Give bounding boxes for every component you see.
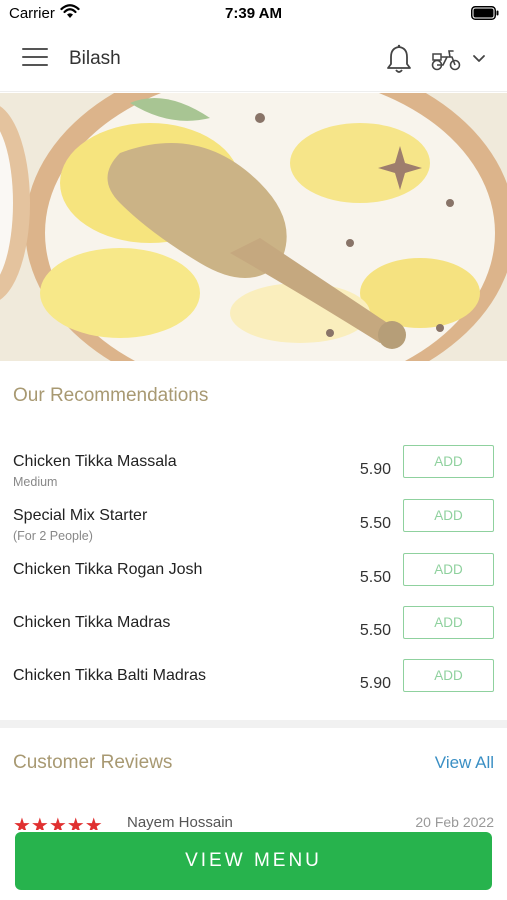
hamburger-menu-icon[interactable] bbox=[22, 48, 48, 70]
status-time: 7:39 AM bbox=[225, 5, 282, 22]
dish-name: Special Mix Starter bbox=[13, 507, 148, 524]
star-rating: ★★★★★ bbox=[13, 815, 103, 830]
bell-icon[interactable] bbox=[385, 44, 413, 76]
list-item: Chicken Tikka Madras 5.50 ADD bbox=[0, 606, 507, 664]
reviewer-name: Nayem Hossain bbox=[127, 814, 233, 830]
dish-price: 5.50 bbox=[359, 569, 391, 586]
list-item: Chicken Tikka Massala Medium 5.90 ADD bbox=[0, 445, 507, 503]
dish-description: Medium bbox=[13, 475, 58, 489]
dish-price: 5.90 bbox=[359, 675, 391, 692]
add-button[interactable]: ADD bbox=[403, 659, 494, 692]
add-button[interactable]: ADD bbox=[403, 499, 494, 532]
section-divider bbox=[0, 720, 507, 728]
chevron-down-icon[interactable] bbox=[472, 54, 486, 64]
review-date: 20 Feb 2022 bbox=[415, 814, 494, 830]
dish-price: 5.50 bbox=[359, 622, 391, 639]
add-button[interactable]: ADD bbox=[403, 606, 494, 639]
add-button[interactable]: ADD bbox=[403, 445, 494, 478]
reviews-heading: Customer Reviews bbox=[13, 752, 173, 773]
list-item: Chicken Tikka Rogan Josh 5.50 ADD bbox=[0, 553, 507, 611]
dish-price: 5.90 bbox=[359, 461, 391, 478]
dish-name: Chicken Tikka Madras bbox=[13, 614, 171, 631]
hero-food-image bbox=[0, 93, 507, 361]
view-menu-button[interactable]: VIEW MENU bbox=[15, 832, 492, 890]
list-item: Special Mix Starter (For 2 People) 5.50 … bbox=[0, 499, 507, 557]
dish-name: Chicken Tikka Rogan Josh bbox=[13, 561, 203, 578]
dish-description: (For 2 People) bbox=[13, 529, 93, 543]
dish-name: Chicken Tikka Massala bbox=[13, 453, 177, 470]
dish-name: Chicken Tikka Balti Madras bbox=[13, 667, 206, 684]
dish-price: 5.50 bbox=[359, 515, 391, 532]
app-header: Bilash bbox=[0, 28, 507, 92]
delivery-scooter-icon[interactable] bbox=[430, 48, 462, 72]
add-button[interactable]: ADD bbox=[403, 553, 494, 586]
list-item: Chicken Tikka Balti Madras 5.90 ADD bbox=[0, 659, 507, 717]
restaurant-title: Bilash bbox=[69, 48, 121, 69]
recommendations-heading: Our Recommendations bbox=[13, 385, 209, 406]
battery-icon bbox=[471, 6, 499, 20]
view-all-reviews-link[interactable]: View All bbox=[435, 753, 494, 773]
review-item: ★★★★★ Nayem Hossain 20 Feb 2022 bbox=[0, 810, 507, 830]
status-bar: Carrier 7:39 AM bbox=[0, 0, 507, 28]
